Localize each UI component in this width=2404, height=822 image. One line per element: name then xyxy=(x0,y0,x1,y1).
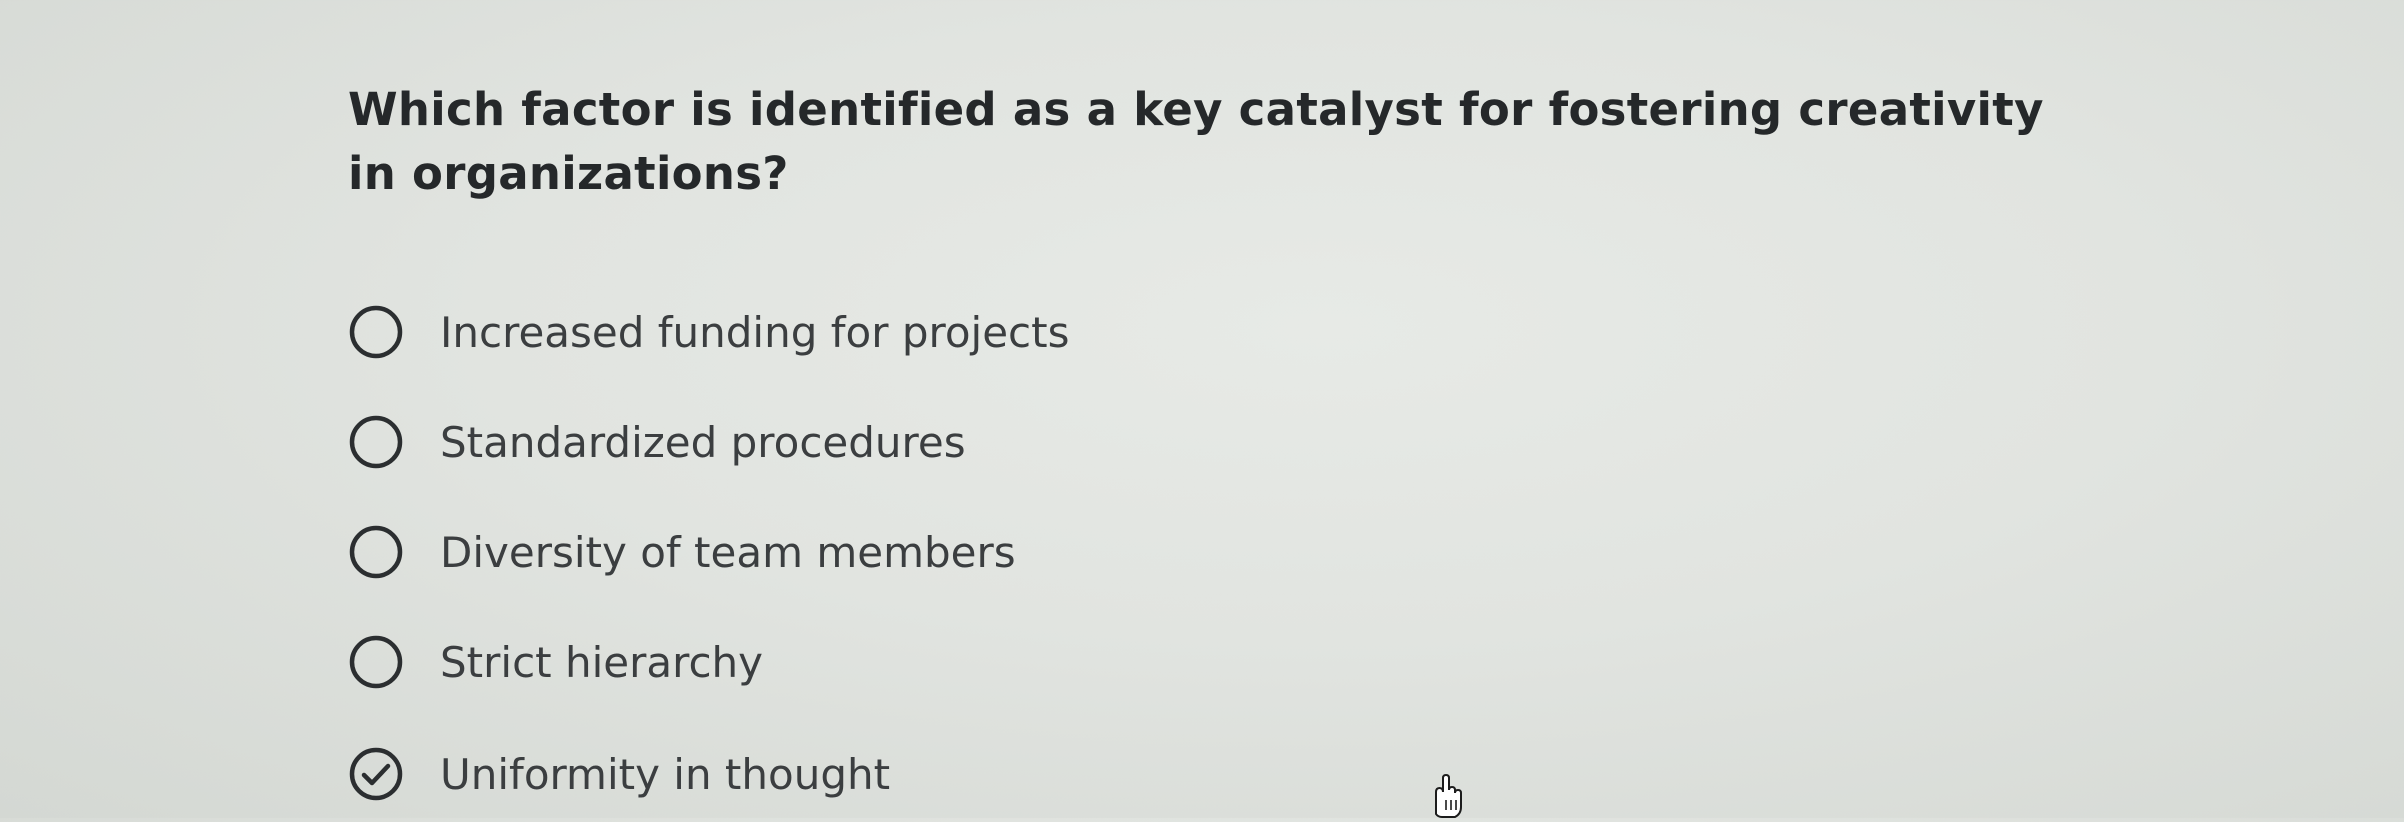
option-label: Strict hierarchy xyxy=(440,637,764,687)
option-label: Increased funding for projects xyxy=(440,307,1070,357)
radio-unchecked-icon[interactable] xyxy=(348,304,404,360)
question-text: Which factor is identified as a key cata… xyxy=(348,83,2044,200)
hand-pointer-icon xyxy=(1422,773,1466,818)
option-diversity-of-team[interactable]: Diversity of team members xyxy=(348,512,1016,592)
option-standardized-procedures[interactable]: Standardized procedures xyxy=(348,402,966,482)
option-strict-hierarchy[interactable]: Strict hierarchy xyxy=(348,622,763,702)
option-label: Standardized procedures xyxy=(440,417,966,467)
option-increased-funding[interactable]: Increased funding for projects xyxy=(348,292,1070,372)
radio-unchecked-icon[interactable] xyxy=(348,414,404,470)
radio-checked-icon[interactable] xyxy=(348,746,404,802)
option-uniformity-in-thought[interactable]: Uniformity in thought xyxy=(348,734,890,814)
radio-unchecked-icon[interactable] xyxy=(348,524,404,580)
quiz-question-card: Which factor is identified as a key cata… xyxy=(348,78,2048,801)
option-label: Diversity of team members xyxy=(440,527,1016,577)
radio-unchecked-icon[interactable] xyxy=(348,634,404,690)
option-label: Uniformity in thought xyxy=(440,749,891,799)
